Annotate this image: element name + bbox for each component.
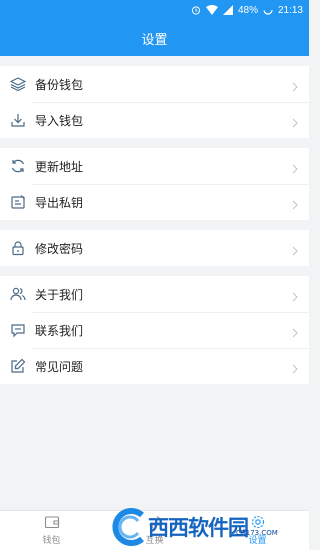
download-icon bbox=[9, 112, 26, 129]
watermark-text: 西西软件园 bbox=[148, 516, 249, 540]
settings-group-security: 修改密码 bbox=[0, 230, 309, 266]
chevron-right-icon bbox=[291, 325, 299, 338]
settings-group-about: 关于我们 联系我们 常见问题 bbox=[0, 276, 309, 384]
chevron-right-icon bbox=[291, 361, 299, 374]
menu-label: 备份钱包 bbox=[35, 77, 84, 92]
watermark-logo: 西西软件园 CR173.COM bbox=[106, 505, 296, 549]
lock-icon bbox=[9, 240, 26, 257]
wallet-icon bbox=[44, 515, 60, 531]
menu-label: 关于我们 bbox=[35, 287, 84, 302]
menu-item-import-wallet[interactable]: 导入钱包 bbox=[0, 102, 309, 138]
page-title: 设置 bbox=[141, 31, 168, 47]
battery-text: 48% bbox=[237, 4, 258, 16]
alarm-icon bbox=[191, 5, 201, 15]
signal-icon bbox=[222, 5, 233, 15]
chevron-right-icon bbox=[291, 161, 299, 174]
edit-icon bbox=[9, 358, 26, 375]
battery-icon bbox=[263, 5, 273, 15]
menu-label: 联系我们 bbox=[35, 323, 84, 338]
chevron-right-icon bbox=[291, 289, 299, 302]
app-bar: 设置 bbox=[0, 20, 309, 56]
menu-item-contact-us[interactable]: 联系我们 bbox=[0, 312, 309, 348]
chevron-right-icon bbox=[291, 243, 299, 256]
menu-label: 导入钱包 bbox=[35, 113, 84, 128]
menu-item-change-password[interactable]: 修改密码 bbox=[0, 230, 309, 266]
refresh-icon bbox=[9, 158, 26, 175]
settings-list: 备份钱包 导入钱包 更新地址 导出私钥 修改密码 关于我们 联系我们 常见问题 bbox=[0, 56, 309, 384]
chat-icon bbox=[9, 322, 26, 339]
watermark-c-icon bbox=[112, 508, 144, 546]
tab-label: 钱包 bbox=[42, 535, 61, 545]
menu-label: 常见问题 bbox=[35, 359, 84, 374]
export-key-icon bbox=[9, 194, 26, 211]
menu-item-update-address[interactable]: 更新地址 bbox=[0, 148, 309, 184]
menu-item-about-us[interactable]: 关于我们 bbox=[0, 276, 309, 312]
menu-item-export-private-key[interactable]: 导出私钥 bbox=[0, 184, 309, 220]
watermark-subtext: CR173.COM bbox=[236, 529, 278, 537]
menu-item-faq[interactable]: 常见问题 bbox=[0, 348, 309, 384]
menu-label: 修改密码 bbox=[35, 241, 84, 256]
people-icon bbox=[9, 286, 26, 303]
tab-wallet[interactable]: 钱包 bbox=[0, 511, 103, 550]
status-bar: 48% 21:13 bbox=[0, 0, 309, 20]
menu-label: 导出私钥 bbox=[35, 195, 84, 210]
menu-item-backup-wallet[interactable]: 备份钱包 bbox=[0, 66, 309, 102]
layers-icon bbox=[9, 76, 26, 93]
chevron-right-icon bbox=[291, 115, 299, 128]
menu-label: 更新地址 bbox=[35, 159, 84, 174]
chevron-right-icon bbox=[291, 197, 299, 210]
settings-group-address: 更新地址 导出私钥 bbox=[0, 148, 309, 220]
settings-group-wallet: 备份钱包 导入钱包 bbox=[0, 66, 309, 138]
chevron-right-icon bbox=[291, 79, 299, 92]
clock-text: 21:13 bbox=[277, 4, 303, 16]
wifi-icon bbox=[205, 5, 218, 15]
